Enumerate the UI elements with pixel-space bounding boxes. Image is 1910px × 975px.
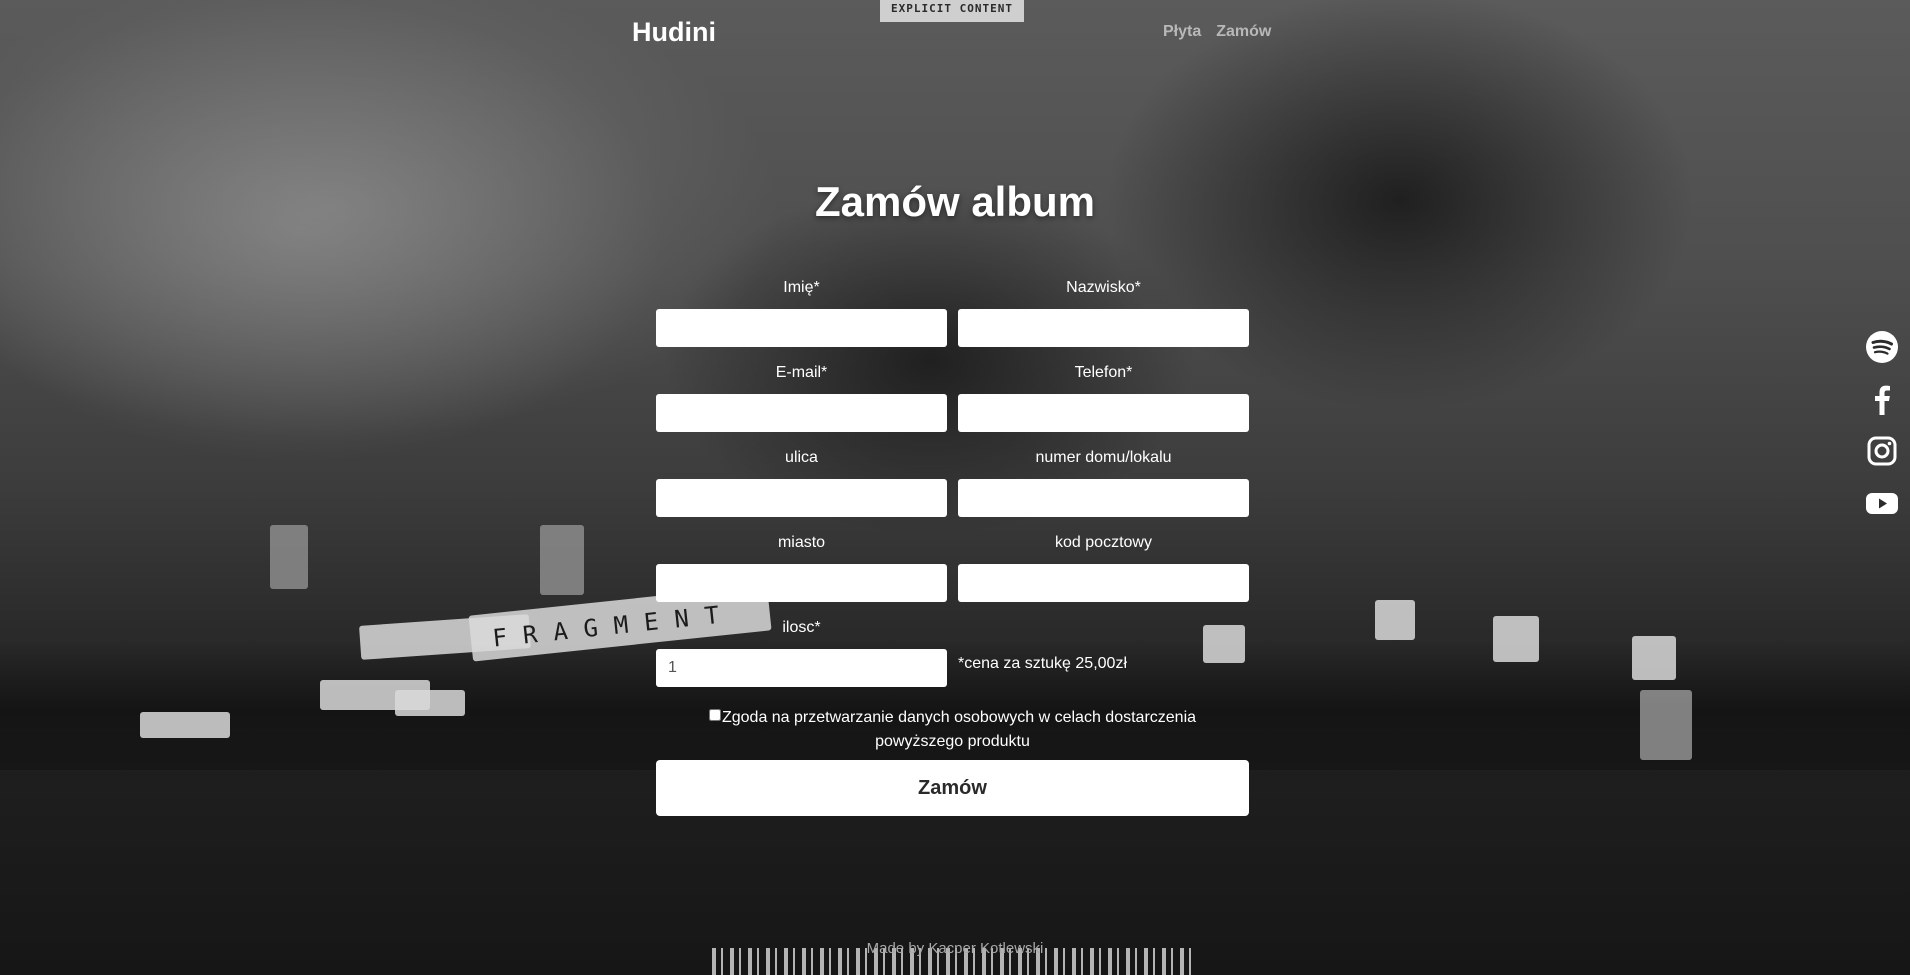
email-label: E-mail* (775, 364, 828, 381)
nav-link-zamow[interactable]: Zamów (1216, 23, 1271, 41)
phone-group: Telefon* (958, 361, 1249, 432)
submit-order-button[interactable]: Zamów (656, 760, 1249, 816)
postal-code-input[interactable] (958, 564, 1249, 602)
first-name-input[interactable] (656, 309, 947, 347)
site-logo[interactable]: Hudini (632, 17, 716, 48)
background-tile (320, 680, 430, 710)
background-tile (270, 525, 308, 589)
social-links (1865, 330, 1899, 538)
form-grid: Imię* Nazwisko* E-mail* Telefon* ulica n… (656, 276, 1249, 687)
background-tile (1632, 636, 1676, 680)
background-tile (395, 690, 465, 716)
quantity-label: ilosc* (782, 619, 821, 636)
postal-code-group: kod pocztowy (958, 531, 1249, 602)
email-input[interactable] (656, 394, 947, 432)
city-group: miasto (656, 531, 947, 602)
background-tile (1375, 600, 1415, 640)
youtube-icon (1866, 493, 1898, 514)
spotify-link[interactable] (1865, 330, 1899, 364)
street-group: ulica (656, 446, 947, 517)
email-group: E-mail* (656, 361, 947, 432)
spotify-icon (1866, 331, 1898, 363)
background-tile (540, 525, 584, 595)
first-name-label: Imię* (783, 279, 820, 296)
street-label: ulica (785, 449, 818, 466)
last-name-label: Nazwisko* (1066, 279, 1141, 296)
street-input[interactable] (656, 479, 947, 517)
consent-row: Zgoda na przetwarzanie danych osobowych … (656, 706, 1249, 754)
last-name-input[interactable] (958, 309, 1249, 347)
house-number-input[interactable] (958, 479, 1249, 517)
city-label: miasto (777, 534, 826, 551)
city-input[interactable] (656, 564, 947, 602)
youtube-link[interactable] (1865, 486, 1899, 520)
consent-checkbox[interactable] (708, 709, 721, 721)
consent-label: Zgoda na przetwarzanie danych osobowych … (721, 709, 1197, 750)
quantity-input[interactable] (656, 649, 947, 687)
facebook-icon (1875, 385, 1890, 415)
quantity-group: ilosc* (656, 616, 947, 687)
main-nav: Płyta Zamów (1163, 23, 1271, 41)
explicit-content-label: EXPLICIT CONTENT (880, 0, 1024, 22)
nav-link-plyta[interactable]: Płyta (1163, 23, 1201, 41)
background-tile (1493, 616, 1539, 662)
facebook-link[interactable] (1865, 382, 1899, 416)
house-number-label: numer domu/lokalu (1035, 449, 1172, 466)
order-form: Imię* Nazwisko* E-mail* Telefon* ulica n… (656, 276, 1249, 816)
last-name-group: Nazwisko* (958, 276, 1249, 347)
instagram-icon (1867, 436, 1897, 466)
phone-label: Telefon* (1074, 364, 1133, 381)
house-number-group: numer domu/lokalu (958, 446, 1249, 517)
background-tile (140, 712, 230, 738)
background-tile (1640, 690, 1692, 760)
postal-code-label: kod pocztowy (1055, 534, 1152, 551)
page-title: Zamów album (814, 178, 1096, 225)
site-footer: Made by Kacper Kotlewski (866, 940, 1044, 957)
phone-input[interactable] (958, 394, 1249, 432)
instagram-link[interactable] (1865, 434, 1899, 468)
first-name-group: Imię* (656, 276, 947, 347)
background-tile (359, 614, 531, 660)
price-note: *cena za sztukę 25,00zł (958, 655, 1127, 672)
